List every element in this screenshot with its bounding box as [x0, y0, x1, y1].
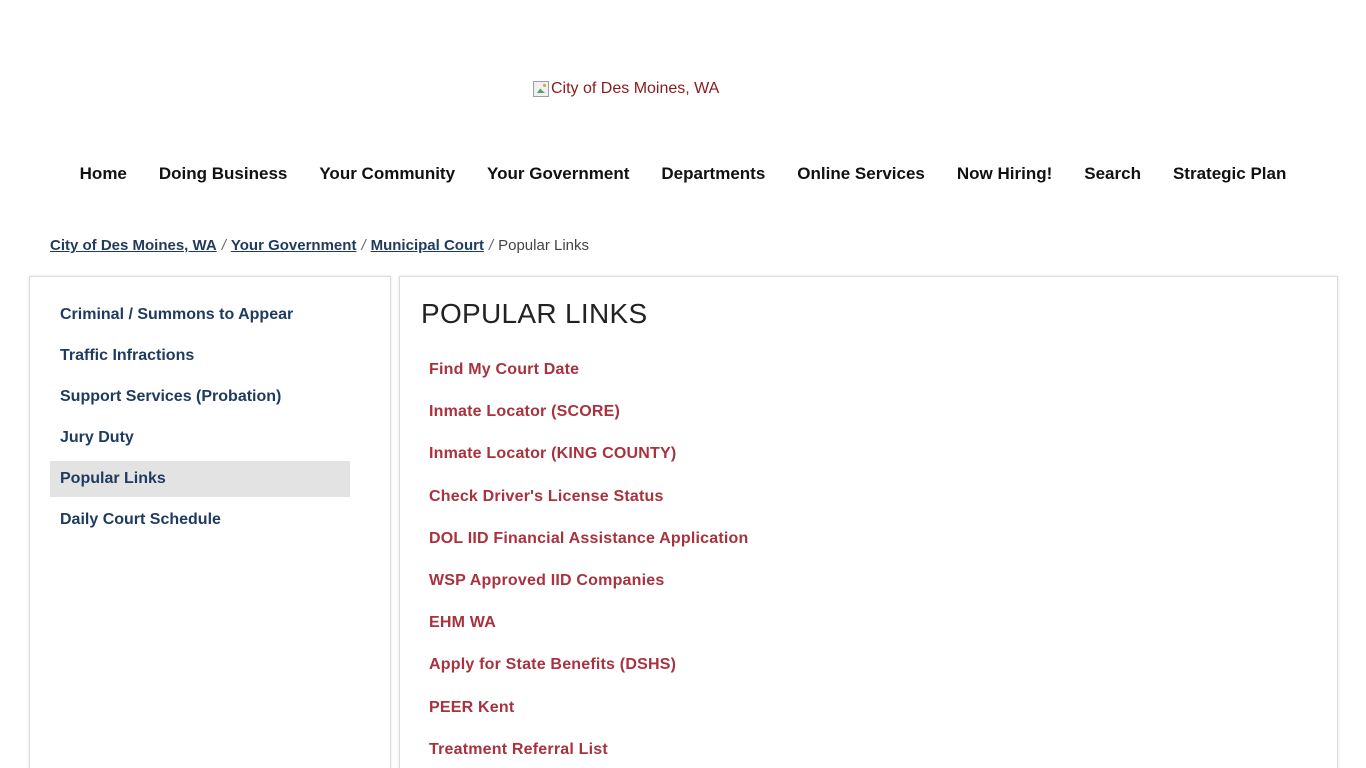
- breadcrumb-current: Popular Links: [498, 237, 589, 254]
- nav-your-community[interactable]: Your Community: [319, 162, 455, 186]
- sidebar-item-jury-duty[interactable]: Jury Duty: [50, 420, 350, 456]
- nav-doing-business[interactable]: Doing Business: [159, 162, 287, 186]
- breadcrumb-separator: /: [221, 237, 226, 254]
- sidebar-item-popular-links[interactable]: Popular Links: [50, 461, 350, 497]
- breadcrumb-separator: /: [488, 237, 494, 254]
- page-title: POPULAR LINKS: [421, 298, 648, 329]
- main-content: POPULAR LINKS Find My Court Date Inmate …: [399, 276, 1338, 768]
- sidebar-item-traffic-infractions[interactable]: Traffic Infractions: [50, 338, 350, 374]
- link-peer-kent[interactable]: PEER Kent: [429, 687, 748, 729]
- link-inmate-locator-king-county[interactable]: Inmate Locator (KING COUNTY): [429, 433, 748, 475]
- breadcrumb-your-government[interactable]: Your Government: [231, 237, 357, 254]
- sidebar-item-daily-court-schedule[interactable]: Daily Court Schedule: [50, 502, 350, 538]
- main-nav: Home Doing Business Your Community Your …: [0, 162, 1366, 186]
- breadcrumb: City of Des Moines, WA / Your Government…: [50, 237, 589, 254]
- breadcrumb-separator: /: [361, 237, 366, 254]
- link-ehm-wa[interactable]: EHM WA: [429, 602, 748, 644]
- nav-search[interactable]: Search: [1084, 162, 1141, 186]
- site-logo[interactable]: City of Des Moines, WA: [533, 80, 719, 98]
- sidebar-menu: Criminal / Summons to Appear Traffic Inf…: [50, 297, 350, 543]
- popular-links-list: Find My Court Date Inmate Locator (SCORE…: [429, 349, 748, 768]
- link-treatment-referral-list[interactable]: Treatment Referral List: [429, 729, 748, 768]
- breadcrumb-home[interactable]: City of Des Moines, WA: [50, 237, 217, 254]
- sidebar: Criminal / Summons to Appear Traffic Inf…: [29, 276, 391, 768]
- nav-departments[interactable]: Departments: [661, 162, 765, 186]
- link-inmate-locator-score[interactable]: Inmate Locator (SCORE): [429, 391, 748, 433]
- link-state-benefits-dshs[interactable]: Apply for State Benefits (DSHS): [429, 644, 748, 686]
- link-dol-iid-assistance[interactable]: DOL IID Financial Assistance Application: [429, 518, 748, 560]
- sidebar-item-criminal-summons[interactable]: Criminal / Summons to Appear: [50, 297, 350, 333]
- logo-alt-text: City of Des Moines, WA: [551, 80, 720, 97]
- broken-image-icon: [533, 81, 549, 97]
- link-check-drivers-license[interactable]: Check Driver's License Status: [429, 476, 748, 518]
- sidebar-item-support-services[interactable]: Support Services (Probation): [50, 379, 350, 415]
- nav-strategic-plan[interactable]: Strategic Plan: [1173, 162, 1286, 186]
- link-wsp-iid-companies[interactable]: WSP Approved IID Companies: [429, 560, 748, 602]
- breadcrumb-municipal-court[interactable]: Municipal Court: [371, 237, 484, 254]
- link-find-my-court-date[interactable]: Find My Court Date: [429, 349, 748, 391]
- nav-your-government[interactable]: Your Government: [487, 162, 629, 186]
- nav-online-services[interactable]: Online Services: [797, 162, 925, 186]
- nav-home[interactable]: Home: [80, 162, 127, 186]
- nav-now-hiring[interactable]: Now Hiring!: [957, 162, 1052, 186]
